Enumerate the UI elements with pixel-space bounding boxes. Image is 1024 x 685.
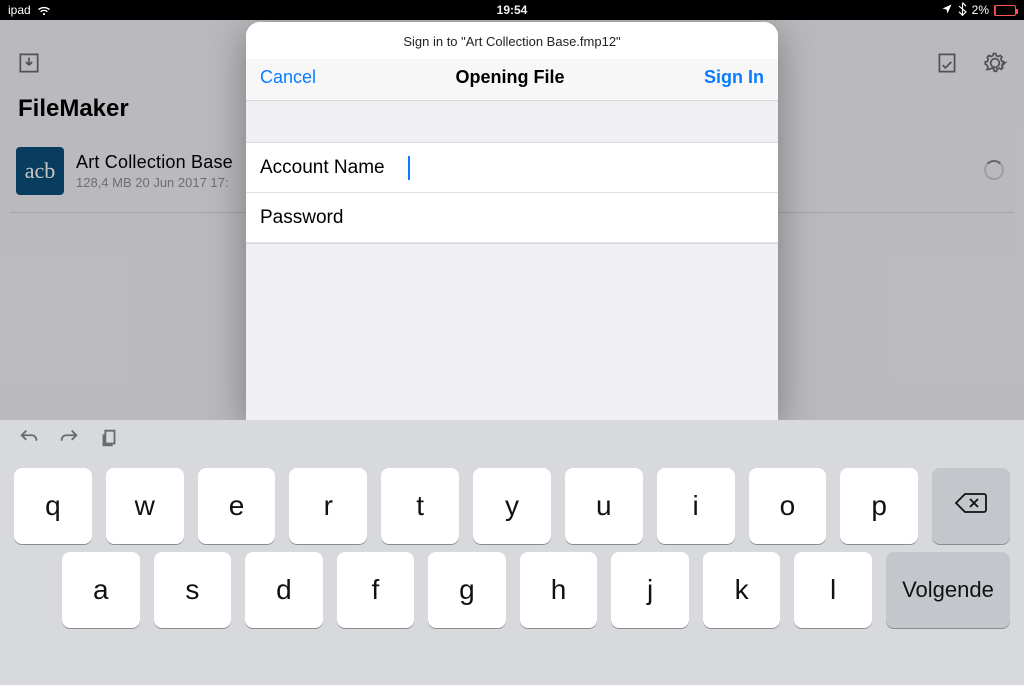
key-w[interactable]: w xyxy=(106,468,184,544)
status-bar: ipad 19:54 2% xyxy=(0,0,1024,20)
loading-spinner-icon xyxy=(984,160,1004,180)
key-h[interactable]: h xyxy=(520,552,598,628)
database-title: Art Collection Base xyxy=(76,152,233,173)
key-p[interactable]: p xyxy=(840,468,918,544)
modal-spacer xyxy=(246,101,778,143)
signin-button[interactable]: Sign In xyxy=(704,67,764,88)
key-j[interactable]: j xyxy=(611,552,689,628)
key-i[interactable]: i xyxy=(657,468,735,544)
key-next[interactable]: Volgende xyxy=(886,552,1010,628)
key-d[interactable]: d xyxy=(245,552,323,628)
modal-nav: Cancel Opening File Sign In xyxy=(246,59,778,101)
password-input[interactable] xyxy=(408,207,764,229)
carrier-label: ipad xyxy=(8,3,31,17)
password-field[interactable]: Password xyxy=(246,193,778,243)
signin-modal: Sign in to "Art Collection Base.fmp12" C… xyxy=(246,22,778,420)
cancel-button[interactable]: Cancel xyxy=(260,67,316,88)
key-q[interactable]: q xyxy=(14,468,92,544)
database-subtitle: 128,4 MB 20 Jun 2017 17: xyxy=(76,175,233,190)
modal-title: Opening File xyxy=(456,67,565,88)
undo-icon[interactable] xyxy=(18,427,40,454)
key-g[interactable]: g xyxy=(428,552,506,628)
key-u[interactable]: u xyxy=(565,468,643,544)
account-name-field[interactable]: Account Name xyxy=(246,143,778,193)
key-r[interactable]: r xyxy=(289,468,367,544)
key-s[interactable]: s xyxy=(154,552,232,628)
modal-header: Sign in to "Art Collection Base.fmp12" xyxy=(246,22,778,59)
battery-icon xyxy=(994,5,1016,16)
redo-icon[interactable] xyxy=(58,427,80,454)
key-k[interactable]: k xyxy=(703,552,781,628)
modal-body xyxy=(246,243,778,420)
key-y[interactable]: y xyxy=(473,468,551,544)
database-icon: acb xyxy=(16,147,64,195)
keyboard-row-1: q w e r t y u i o p xyxy=(0,468,1024,544)
key-t[interactable]: t xyxy=(381,468,459,544)
bluetooth-icon xyxy=(958,2,967,19)
location-icon xyxy=(941,3,953,18)
gear-icon[interactable] xyxy=(982,50,1008,81)
wifi-icon xyxy=(37,5,51,15)
app-title: FileMaker xyxy=(18,95,129,123)
account-name-input[interactable] xyxy=(410,157,764,179)
onscreen-keyboard: q w e r t y u i o p a s d f g h j k l Vo… xyxy=(0,420,1024,685)
key-a[interactable]: a xyxy=(62,552,140,628)
battery-pct: 2% xyxy=(972,3,989,17)
keyboard-row-2: a s d f g h j k l Volgende xyxy=(0,552,1024,628)
download-icon[interactable] xyxy=(16,50,42,81)
account-name-label: Account Name xyxy=(260,157,408,179)
key-f[interactable]: f xyxy=(337,552,415,628)
checklist-icon[interactable] xyxy=(934,50,960,81)
clipboard-icon[interactable] xyxy=(98,427,120,454)
backspace-icon xyxy=(954,490,988,523)
key-o[interactable]: o xyxy=(749,468,827,544)
password-label: Password xyxy=(260,207,408,229)
key-backspace[interactable] xyxy=(932,468,1010,544)
key-e[interactable]: e xyxy=(198,468,276,544)
key-l[interactable]: l xyxy=(794,552,872,628)
clock: 19:54 xyxy=(0,3,1024,17)
